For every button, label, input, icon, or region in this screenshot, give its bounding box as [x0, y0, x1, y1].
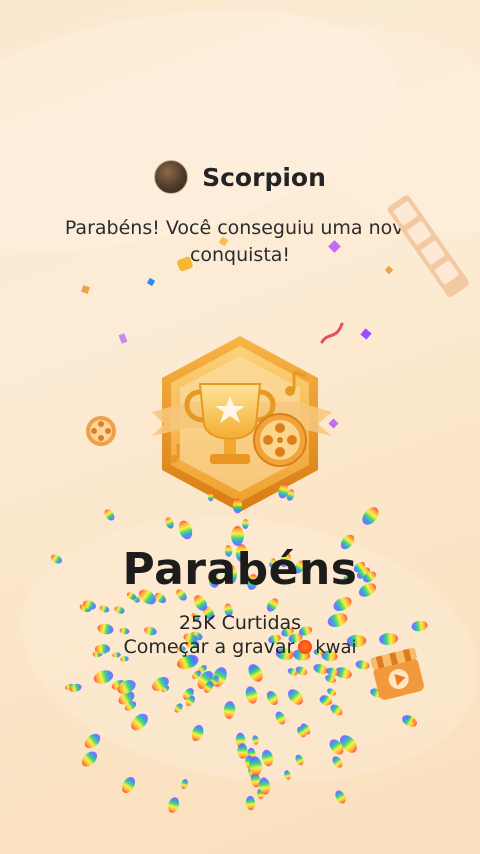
- confetti-dot: [230, 525, 244, 546]
- confetti-piece: [81, 285, 90, 294]
- confetti-dot: [359, 504, 382, 529]
- confetti-piece: [360, 328, 372, 340]
- achievement-message: Parabéns! Você conseguiu uma nova conqui…: [64, 217, 416, 266]
- achievement-title: Parabéns: [122, 544, 358, 595]
- avatar[interactable]: [154, 160, 189, 194]
- username[interactable]: Scorpion: [202, 163, 326, 192]
- film-strip-icon: [387, 195, 469, 298]
- kwai-brand-text: kwai: [315, 636, 357, 658]
- achievement-badge: [152, 336, 332, 512]
- play-icon: [370, 647, 424, 700]
- kwai-logo-icon: [298, 640, 313, 654]
- confetti-piece: [146, 277, 156, 287]
- film-reel-icon: [86, 416, 116, 446]
- confetti-dot: [166, 795, 181, 814]
- profile-header: Scorpion: [0, 160, 480, 194]
- confetti-dot: [332, 788, 348, 805]
- confetti-piece: [118, 333, 128, 344]
- record-text[interactable]: Começar a gravar: [123, 636, 294, 658]
- confetti-dot: [245, 795, 256, 811]
- kwai-logo: kwai: [298, 636, 357, 658]
- confetti-dot: [78, 748, 100, 770]
- film-reel-icon: [253, 413, 307, 467]
- confetti-dot: [180, 777, 190, 790]
- confetti-dot: [232, 498, 242, 513]
- achievement-count: 25K Curtidas: [178, 612, 302, 634]
- confetti-dot: [102, 507, 117, 522]
- confetti-dot: [119, 775, 138, 796]
